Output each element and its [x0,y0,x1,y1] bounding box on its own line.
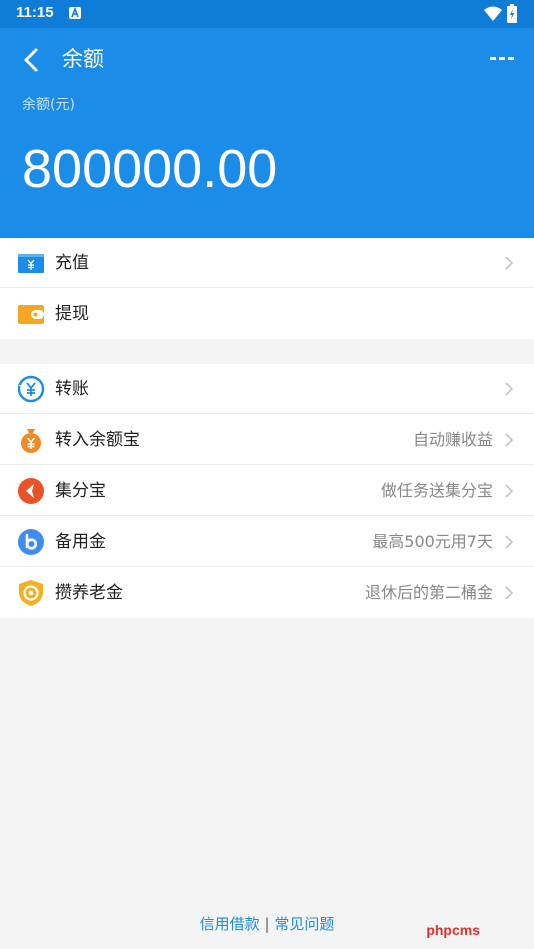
pension-row[interactable]: 攒养老金 退休后的第二桶金 [0,568,534,618]
watermark: phpcms [426,922,480,938]
jifenbao-icon [18,478,44,504]
chevron-right-icon [505,586,514,600]
reserve-fund-row[interactable]: 备用金 最高500元用7天 [0,517,534,567]
yuebao-transfer-row[interactable]: 转入余额宝 自动赚收益 [0,415,534,465]
divider [0,515,534,516]
balance-header: 余额 余额(元) 800000.00 [0,28,534,238]
reserve-fund-hint: 最高500元用7天 [372,532,493,551]
status-bar: 11:15 [0,0,534,28]
jifenbao-label: 集分宝 [55,481,106,501]
status-time: 11:15 [16,4,54,21]
back-button[interactable] [14,42,50,78]
recharge-card-icon [18,254,44,273]
pension-label: 攒养老金 [55,583,123,603]
more-button[interactable] [484,48,520,68]
balance-amount: 800000.00 [22,139,278,199]
a-icon [69,7,81,19]
footer-separator: | [264,915,270,933]
yuebao-hint: 自动赚收益 [412,430,493,449]
faq-link[interactable]: 常见问题 [274,915,334,933]
chevron-right-icon [505,484,514,498]
jifenbao-hint: 做任务送集分宝 [380,481,493,500]
recharge-row[interactable]: 充值 [0,238,534,288]
wallet-icon [18,305,44,324]
top-actions-group: 充值 提现 [0,238,534,339]
page-title: 余额 [62,47,104,71]
reserve-fund-label: 备用金 [55,532,106,552]
transfer-row[interactable]: 转账 [0,364,534,414]
withdraw-row[interactable]: 提现 [0,289,534,339]
pension-hint: 退休后的第二桶金 [364,583,493,602]
pension-shield-icon [19,580,43,606]
recharge-label: 充值 [55,253,89,273]
yuebao-transfer-label: 转入余额宝 [55,430,140,450]
back-arrow-icon [24,48,38,72]
reserve-fund-icon [18,529,44,555]
withdraw-label: 提现 [55,304,89,324]
chevron-right-icon [505,382,514,396]
chevron-right-icon [505,433,514,447]
chevron-right-icon [505,256,514,270]
chevron-right-icon [505,535,514,549]
transfer-icon [17,375,45,403]
money-bag-icon [21,429,41,453]
battery-charging-icon [507,4,517,27]
jifenbao-row[interactable]: 集分宝 做任务送集分宝 [0,466,534,516]
credit-loan-link[interactable]: 信用借款 [200,915,260,933]
divider [0,464,534,465]
wifi-icon [484,6,502,25]
balance-label: 余额(元) [22,97,75,113]
divider [0,287,534,288]
divider [0,566,534,567]
transfer-label: 转账 [55,379,89,399]
more-dots-icon [490,57,514,60]
divider [0,413,534,414]
services-group: 转账 转入余额宝 自动赚收益 集分宝 做任务送集分宝 备用金 最高500元用7天… [0,364,534,618]
